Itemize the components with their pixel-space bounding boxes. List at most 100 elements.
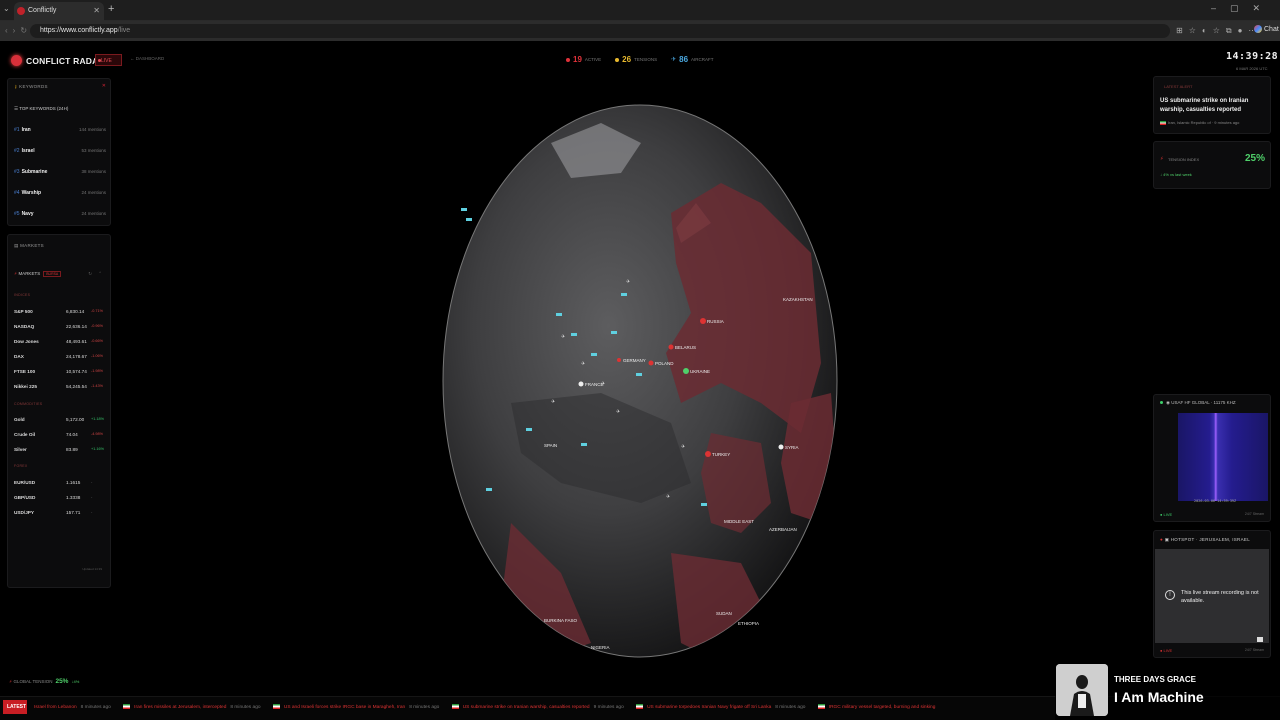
aircraft-marker[interactable] (636, 373, 642, 376)
plane-icon[interactable]: ✈ (616, 409, 620, 415)
hotspot-marker[interactable] (668, 344, 674, 350)
aircraft-marker[interactable] (461, 208, 467, 211)
market-row[interactable]: FTSE 100 10,574.74 -1.98% (14, 369, 104, 374)
aircraft-marker[interactable] (581, 443, 587, 446)
refresh-icon[interactable]: ↻ (88, 271, 92, 277)
market-row[interactable]: Gold 5,172.00 +1.18% (14, 417, 104, 422)
chat-label: Chat (1264, 25, 1279, 33)
map-label-belarus: BELARUS (675, 345, 696, 350)
ticker-item[interactable]: US submarine strike on Iranian warship, … (451, 704, 624, 710)
markets-panel: ▤ MARKETS ⚡ MARKETS BURSA ↻ ⌃ INDICES S&P 5… (7, 234, 111, 588)
tab-menu-icon[interactable]: ⌄ (3, 4, 10, 13)
fullscreen-icon[interactable] (1257, 637, 1263, 642)
url-field[interactable]: https://www.conflictly.app/live (30, 24, 1170, 38)
map-label-kazakhstan: KAZAKHSTAN (783, 297, 813, 302)
plane-icon[interactable]: ✈ (626, 279, 630, 285)
market-value: 6,830.14 (66, 309, 85, 314)
aircraft-marker[interactable] (526, 428, 532, 431)
iran-flag-icon (451, 704, 459, 709)
keyword-row[interactable]: #2 Israel 53 mentions (14, 148, 106, 154)
collapse-icon[interactable]: ⌃ (98, 271, 102, 277)
ticker-item[interactable]: Iran fires missiles at Jerusalem, interc… (123, 704, 261, 710)
key-icon: ⚷ (14, 84, 18, 89)
plane-icon[interactable]: ✈ (581, 361, 585, 367)
keyword-row[interactable]: #3 Submarine 38 mentions (14, 169, 106, 175)
market-row[interactable]: Silver 83.89 +1.16% (14, 447, 104, 452)
aircraft-marker[interactable] (556, 313, 562, 316)
latest-alert-card[interactable]: LATEST ALERT US submarine strike on Iran… (1153, 76, 1271, 134)
plane-icon[interactable]: ✈ (551, 399, 555, 405)
market-name: Gold (14, 417, 25, 422)
keyword-row[interactable]: #1 Iran 144 mentions (14, 127, 106, 133)
market-row[interactable]: GBP/USD 1.3338 - (14, 495, 104, 500)
ticker-item[interactable]: IRGC military vessel targeted, burning a… (817, 704, 940, 710)
market-value: 1.3338 (66, 495, 81, 500)
markets-inner-header: ⚡ MARKETS BURSA ↻ ⌃ (14, 271, 104, 277)
ticker-time: 8 minutes ago (409, 704, 440, 710)
ticker-time: 8 minutes ago (775, 704, 806, 710)
market-row[interactable]: EUR/USD 1.1615 - (14, 480, 104, 485)
video-icon: ▣ (1164, 537, 1170, 542)
conflict-globe-map[interactable]: ✈ ✈ ✈ ✈ ✈ ✈ ✈ ✈ RUSSIA BELARUS UKRAINE P… (441, 103, 839, 660)
plane-icon[interactable]: ✈ (681, 444, 685, 450)
nav-buttons[interactable]: ‹›↻ (5, 26, 32, 35)
close-panel-icon[interactable]: ✕ (102, 83, 106, 89)
market-change: - (91, 480, 93, 484)
new-tab-button[interactable]: + (108, 3, 114, 15)
hotspot-marker[interactable] (700, 318, 706, 324)
market-row[interactable]: USD/JPY 157.71 - (14, 510, 104, 515)
keyword-row[interactable]: #5 Navy 24 mentions (14, 211, 106, 217)
hotspot-marker[interactable] (578, 381, 584, 387)
market-row[interactable]: DAX 24,178.67 -1.06% (14, 354, 104, 359)
market-group-title: FOREX (14, 464, 28, 468)
aircraft-marker[interactable] (486, 488, 492, 491)
video-player[interactable]: ! This live stream recording is not avai… (1155, 549, 1269, 643)
now-playing-song: I Am Machine (1114, 689, 1204, 705)
close-tab-icon[interactable]: ✕ (93, 6, 100, 15)
map-label-ukraine: UKRAINE (690, 369, 710, 374)
ticker-item[interactable]: US submarine torpedoes Iranian Navy frig… (636, 704, 805, 710)
address-bar: ‹›↻ https://www.conflictly.app/live ⊞☆◐☆… (0, 21, 1280, 41)
markets-badge[interactable]: BURSA (43, 271, 62, 277)
browser-toolbar-icons[interactable]: ⊞☆◐☆⧉●⋯ (1176, 26, 1262, 36)
market-change: - (91, 510, 93, 514)
aircraft-marker[interactable] (621, 293, 627, 296)
market-row[interactable]: Crude Oil 74.04 -4.98% (14, 432, 104, 437)
latest-label: LATEST (3, 700, 27, 714)
ticker-time: 8 minutes ago (80, 704, 111, 710)
market-row[interactable]: NASDAQ 22,636.14 -0.96% (14, 324, 104, 329)
dashboard-link[interactable]: ← DASHBOARD (130, 56, 164, 61)
chat-button[interactable]: Chat (1254, 25, 1279, 33)
radio-waterfall (1178, 413, 1268, 501)
hotspot-marker[interactable] (705, 451, 711, 457)
market-name: GBP/USD (14, 495, 36, 500)
hotspot-marker[interactable] (648, 360, 654, 366)
browser-tab[interactable]: Conflictly ✕ (14, 2, 104, 21)
hotspot-marker[interactable] (683, 368, 689, 374)
radio-stream-tag: 24/7 Stream (1244, 512, 1264, 516)
window-controls[interactable]: –▢✕ (1211, 3, 1274, 14)
plane-icon[interactable]: ✈ (666, 494, 670, 500)
keyword-rank: #5 (14, 211, 20, 217)
aircraft-marker[interactable] (571, 333, 577, 336)
ticker-item[interactable]: Israel from Lebanon 8 minutes ago (34, 705, 111, 710)
keyword-row[interactable]: #4 Warship 24 mentions (14, 190, 106, 196)
market-row[interactable]: S&P 500 6,830.14 -0.71% (14, 309, 104, 314)
aircraft-marker[interactable] (611, 331, 617, 334)
ticker-item[interactable]: US and Israeli forces strike IRGC base i… (272, 704, 440, 710)
market-row[interactable]: Nikkei 225 54,245.54 -1.43% (14, 384, 104, 389)
market-change: -1.43% (91, 384, 104, 388)
hotspot-marker[interactable] (617, 358, 621, 362)
market-row[interactable]: Dow Jones 48,493.61 -0.66% (14, 339, 104, 344)
stat-label: TENSIONS (634, 57, 658, 62)
album-art-figure-icon (1056, 664, 1108, 716)
aircraft-marker[interactable] (701, 503, 707, 506)
aircraft-marker[interactable] (466, 218, 472, 221)
map-label-nigeria: NIGERIA (591, 645, 610, 650)
map-label-poland: POLAND (655, 361, 674, 366)
aircraft-marker[interactable] (591, 353, 597, 356)
market-group-title: INDICES (14, 293, 31, 297)
plane-icon[interactable]: ✈ (561, 334, 565, 340)
market-value: 5,172.00 (66, 417, 85, 422)
hotspot-marker[interactable] (778, 444, 784, 450)
